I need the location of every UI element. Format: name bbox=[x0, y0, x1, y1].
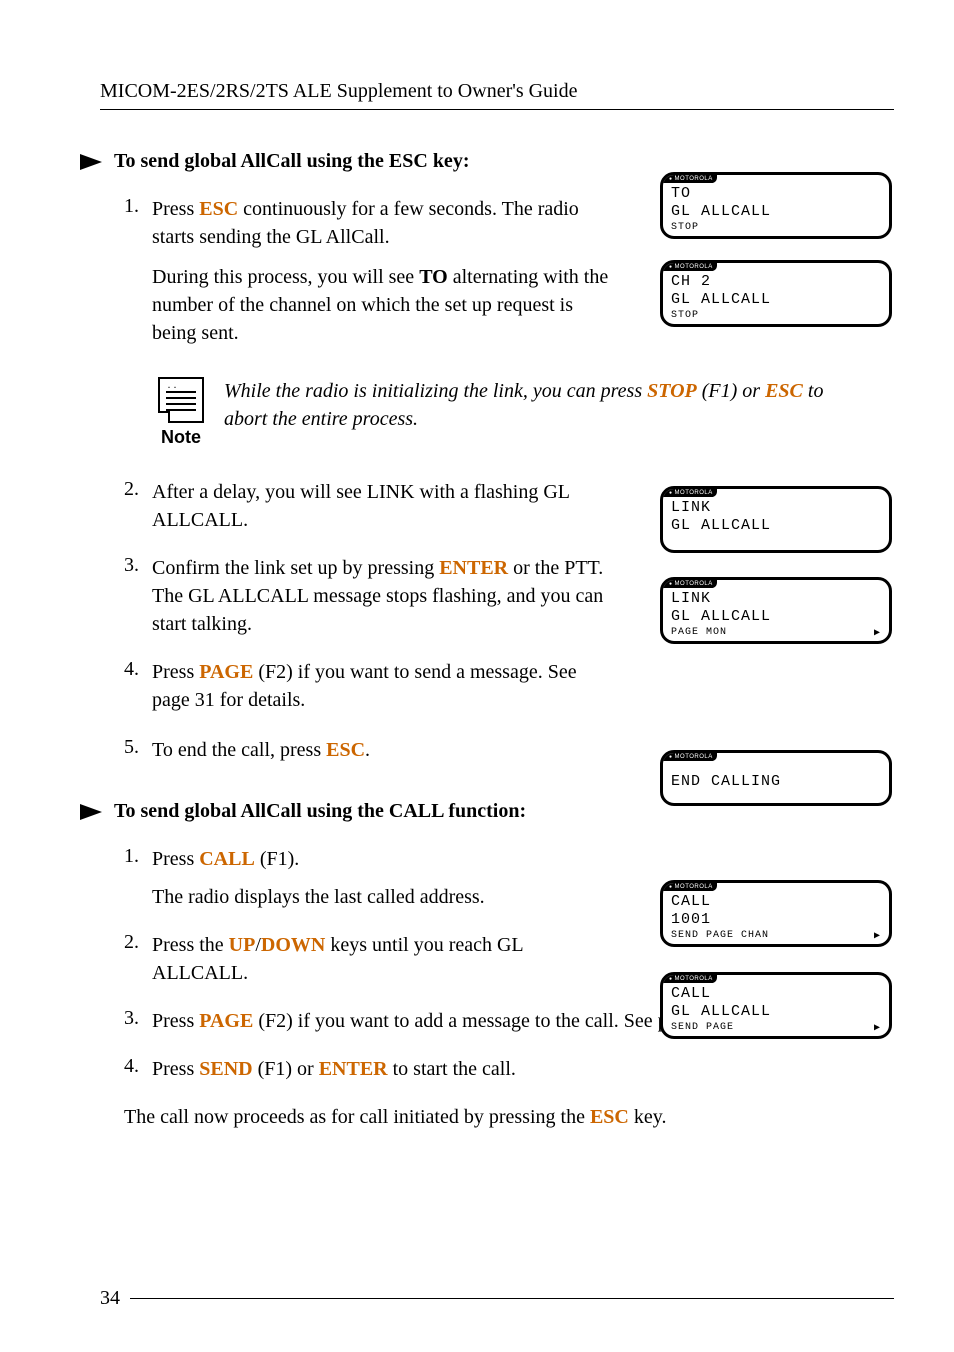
lcd-line1: LINK bbox=[671, 499, 881, 517]
page-key: PAGE bbox=[199, 661, 253, 683]
up-key: UP bbox=[229, 934, 256, 956]
scroll-arrow-icon: ▶ bbox=[874, 930, 881, 942]
step-number: 5. bbox=[124, 736, 152, 764]
send-key: SEND bbox=[199, 1058, 252, 1080]
page-header: MICOM-2ES/2RS/2TS ALE Supplement to Owne… bbox=[100, 80, 894, 110]
lcd-softkeys: STOP bbox=[671, 222, 881, 233]
enter-key: ENTER bbox=[319, 1058, 388, 1080]
section-title: To send global AllCall using the ESC key… bbox=[114, 150, 469, 173]
lcd-softkeys: SEND PAGE CHAN▶ bbox=[671, 930, 881, 941]
motorola-logo: MOTOROLA bbox=[663, 580, 717, 588]
motorola-logo: MOTOROLA bbox=[663, 883, 717, 891]
step-number: 3. bbox=[124, 554, 152, 638]
lcd-line2: 1001 bbox=[671, 911, 881, 929]
lcd-line2: GL ALLCALL bbox=[671, 608, 881, 626]
motorola-logo: MOTOROLA bbox=[663, 489, 717, 497]
step-text: Confirm the link set up by pressing ENTE… bbox=[152, 554, 612, 638]
lcd-line2: GL ALLCALL bbox=[671, 517, 881, 535]
scroll-arrow-icon: ▶ bbox=[874, 627, 881, 639]
step-number: 4. bbox=[124, 658, 152, 714]
lcd-line1: CALL bbox=[671, 985, 881, 1003]
section-call: To send global AllCall using the CALL fu… bbox=[100, 800, 894, 1131]
lcd-line1: LINK bbox=[671, 590, 881, 608]
lcd-softkeys: SEND PAGE▶ bbox=[671, 1022, 881, 1033]
lcd-line1: CH 2 bbox=[671, 273, 881, 291]
lcd-display-7: MOTOROLA CALL GL ALLCALL SEND PAGE▶ bbox=[660, 972, 892, 1055]
note-callout: .. Note While the radio is initializing … bbox=[158, 377, 894, 448]
lcd-line2: GL ALLCALL bbox=[671, 1003, 881, 1021]
stop-key: STOP bbox=[647, 380, 697, 402]
step-text: Press CALL (F1). The radio displays the … bbox=[152, 845, 612, 911]
lcd-softkeys: PAGE MON▶ bbox=[671, 627, 881, 638]
lcd-display-4: MOTOROLA LINK GL ALLCALL PAGE MON▶ bbox=[660, 577, 892, 660]
lcd-softkeys bbox=[671, 536, 881, 547]
note-icon: .. bbox=[158, 377, 204, 423]
step-number: 2. bbox=[124, 931, 152, 987]
step-number: 3. bbox=[124, 1007, 152, 1035]
section-title: To send global AllCall using the CALL fu… bbox=[114, 800, 526, 823]
esc-key: ESC bbox=[199, 198, 238, 220]
lcd-line2: GL ALLCALL bbox=[671, 291, 881, 309]
note-text: While the radio is initializing the link… bbox=[224, 377, 844, 433]
lcd-display-3: MOTOROLA LINK GL ALLCALL bbox=[660, 486, 892, 569]
lcd-line2: GL ALLCALL bbox=[671, 203, 881, 221]
lcd-display-2: MOTOROLA CH 2 GL ALLCALL STOP bbox=[660, 260, 892, 343]
down-key: DOWN bbox=[261, 934, 325, 956]
step-text: Press PAGE (F2) if you want to send a me… bbox=[152, 658, 612, 714]
scroll-arrow-icon: ▶ bbox=[874, 1022, 881, 1034]
final-line: The call now proceeds as for call initia… bbox=[124, 1103, 804, 1131]
page-number: 34 bbox=[100, 1287, 120, 1310]
step-text: To end the call, press ESC. bbox=[152, 736, 612, 764]
esc-key: ESC bbox=[765, 380, 803, 402]
lcd-display-6: MOTOROLA CALL 1001 SEND PAGE CHAN▶ bbox=[660, 880, 892, 963]
footer-rule bbox=[130, 1298, 894, 1299]
motorola-logo: MOTOROLA bbox=[663, 263, 717, 271]
lcd-display-5: MOTOROLA END CALLING bbox=[660, 750, 892, 822]
esc-key: ESC bbox=[326, 739, 365, 761]
note-icon-wrap: .. Note bbox=[158, 377, 204, 448]
lcd-line1: TO bbox=[671, 185, 881, 203]
enter-key: ENTER bbox=[439, 557, 508, 579]
page-key: PAGE bbox=[199, 1010, 253, 1032]
step-text: Press ESC continuously for a few seconds… bbox=[152, 195, 612, 347]
triangle-icon bbox=[80, 804, 102, 820]
lcd-softkeys: STOP bbox=[671, 310, 881, 321]
lcd-line1: CALL bbox=[671, 893, 881, 911]
motorola-logo: MOTOROLA bbox=[663, 175, 717, 183]
lcd-display-1: MOTOROLA TO GL ALLCALL STOP bbox=[660, 172, 892, 255]
step-text: Press the UP/DOWN keys until you reach G… bbox=[152, 931, 612, 987]
step-number: 2. bbox=[124, 478, 152, 534]
step-text: After a delay, you will see LINK with a … bbox=[152, 478, 612, 534]
step-number: 1. bbox=[124, 845, 152, 911]
motorola-logo: MOTOROLA bbox=[663, 753, 717, 761]
page-footer: 34 bbox=[100, 1287, 894, 1310]
triangle-icon bbox=[80, 154, 102, 170]
lcd-line1: END CALLING bbox=[671, 773, 881, 791]
step-text: Press SEND (F1) or ENTER to start the ca… bbox=[152, 1055, 832, 1083]
motorola-logo: MOTOROLA bbox=[663, 975, 717, 983]
esc-key: ESC bbox=[590, 1106, 629, 1128]
step-number: 4. bbox=[124, 1055, 152, 1083]
step-number: 1. bbox=[124, 195, 152, 347]
call-key: CALL bbox=[199, 848, 255, 870]
section-heading: To send global AllCall using the ESC key… bbox=[80, 150, 894, 173]
note-label: Note bbox=[158, 427, 204, 448]
